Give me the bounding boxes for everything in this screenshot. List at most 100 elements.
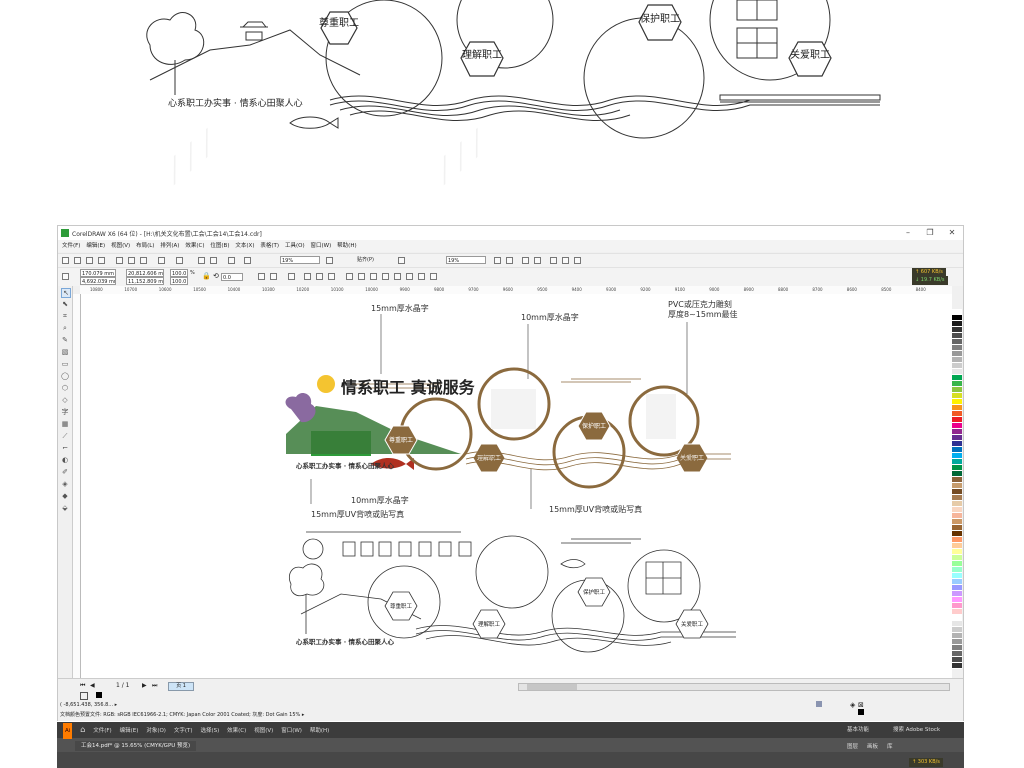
menu-table[interactable]: 表格(T) — [260, 240, 279, 252]
polygon-tool-icon[interactable]: ⬡ — [61, 384, 69, 392]
group-icon[interactable] — [304, 273, 311, 280]
align-distribute-icon[interactable] — [430, 273, 437, 280]
text-tool-icon[interactable]: 字 — [61, 408, 69, 416]
zoom-out-icon[interactable] — [506, 257, 513, 264]
cut-icon[interactable] — [116, 257, 123, 264]
eyedropper-tool-icon[interactable]: ✐ — [61, 468, 69, 476]
save-icon[interactable] — [86, 257, 93, 264]
x-position-field[interactable]: 170.079 mm — [80, 269, 116, 277]
last-page-icon[interactable]: ⏭ — [152, 682, 157, 690]
freehand-tool-icon[interactable]: ✎ — [61, 336, 69, 344]
snap-to-menu[interactable]: 贴齐(P) — [356, 256, 392, 264]
export-icon[interactable] — [210, 257, 217, 264]
redo-icon[interactable] — [176, 257, 183, 264]
front-minus-back-icon[interactable] — [394, 273, 401, 280]
scale-y-field[interactable]: 100.0 — [170, 277, 188, 285]
align-icon[interactable] — [288, 273, 295, 280]
simplify-icon[interactable] — [382, 273, 389, 280]
fill-indicator-icon[interactable]: ◈ — [850, 701, 855, 709]
ai-document-tab[interactable]: 工会14.pdf* @ 15.65% (CMYK/GPU 预览) — [75, 741, 197, 751]
rotation-angle-field[interactable]: 0.0 — [221, 273, 243, 281]
menu-window[interactable]: 窗口(W) — [311, 240, 332, 252]
zoom-level-select-2[interactable]: 19% — [446, 256, 486, 264]
menu-bitmaps[interactable]: 位图(B) — [210, 240, 229, 252]
dimension-tool-icon[interactable]: ⟋ — [61, 432, 69, 440]
blend-tool-icon[interactable]: ◐ — [61, 456, 69, 464]
shape-tool-icon[interactable]: ⬉ — [61, 300, 69, 308]
outline-swatch-icon[interactable] — [96, 692, 102, 698]
new-icon[interactable] — [62, 257, 69, 264]
ai-menu-view[interactable]: 视图(V) — [254, 723, 273, 739]
import-icon[interactable] — [198, 257, 205, 264]
zoom-page-icon[interactable] — [550, 257, 557, 264]
outline-color-icon[interactable] — [858, 709, 864, 715]
menu-file[interactable]: 文件(F) — [62, 240, 80, 252]
menu-edit[interactable]: 编辑(E) — [86, 240, 105, 252]
ai-menu-object[interactable]: 对象(O) — [146, 723, 166, 739]
ai-menu-file[interactable]: 文件(F) — [93, 723, 111, 739]
menu-effects[interactable]: 效果(C) — [185, 240, 204, 252]
table-tool-icon[interactable]: ▦ — [61, 420, 69, 428]
panel-tab-artboards[interactable]: 画板 — [867, 742, 878, 750]
menu-arrange[interactable]: 排列(A) — [160, 240, 179, 252]
ai-menu-type[interactable]: 文字(T) — [174, 723, 193, 739]
vertical-ruler[interactable] — [72, 294, 81, 678]
minimize-button[interactable]: – — [900, 228, 916, 238]
back-minus-front-icon[interactable] — [406, 273, 413, 280]
y-position-field[interactable]: 4,692.039 mm — [80, 277, 116, 285]
ai-menu-effect[interactable]: 效果(C) — [227, 723, 246, 739]
ai-menu-help[interactable]: 帮助(H) — [310, 723, 329, 739]
zoom-tool-icon[interactable]: ⌕ — [61, 324, 69, 332]
full-screen-icon[interactable] — [326, 257, 333, 264]
home-icon[interactable]: ⌂ — [80, 722, 85, 738]
object-origin-icon[interactable] — [62, 273, 69, 280]
scale-x-field[interactable]: 100.0 — [170, 269, 188, 277]
next-page-icon[interactable]: ▶ — [142, 682, 147, 689]
app-launcher-icon[interactable] — [244, 257, 251, 264]
undo-icon[interactable] — [158, 257, 165, 264]
lock-ratio-icon[interactable]: 🔒 — [202, 272, 211, 280]
fill-swatch-icon[interactable] — [80, 692, 88, 700]
width-field[interactable]: 20,812.606 m — [126, 269, 164, 277]
outline-tool-icon[interactable]: ◈ — [61, 480, 69, 488]
menu-view[interactable]: 视图(V) — [111, 240, 130, 252]
drawing-canvas[interactable]: 尊重职工 理解职工 保护职工 关爱职工 尊重职工 理解职工 保护职工 关爱职工 … — [81, 294, 952, 678]
intersect-icon[interactable] — [370, 273, 377, 280]
ai-menu-select[interactable]: 选择(S) — [200, 723, 219, 739]
color-palette[interactable] — [952, 309, 962, 681]
prev-page-icon[interactable]: ◀ — [90, 682, 95, 689]
zoom-all-icon[interactable] — [534, 257, 541, 264]
panel-tab-layers[interactable]: 图层 — [847, 742, 858, 750]
weld-icon[interactable] — [346, 273, 353, 280]
document-color-profile[interactable]: 文档颜色预置文件: RGB: sRGB IEC61966-2.1; CMYK: … — [60, 711, 304, 718]
menu-tools[interactable]: 工具(O) — [285, 240, 305, 252]
panel-tab-libraries[interactable]: 库 — [887, 742, 893, 750]
paste-icon[interactable] — [140, 257, 147, 264]
close-button[interactable]: ✕ — [944, 228, 960, 238]
horizontal-scrollbar[interactable] — [518, 683, 950, 691]
create-boundary-icon[interactable] — [418, 273, 425, 280]
zoom-selected-icon[interactable] — [522, 257, 529, 264]
restore-button[interactable]: ❐ — [922, 228, 938, 238]
fill-tool-icon[interactable]: ◆ — [61, 492, 69, 500]
pick-tool-icon[interactable]: ↖ — [61, 288, 71, 298]
copy-icon[interactable] — [128, 257, 135, 264]
ungroup-all-icon[interactable] — [328, 273, 335, 280]
palette-swatch[interactable] — [952, 663, 962, 669]
page-tab[interactable]: 页 1 — [168, 682, 194, 691]
menu-text[interactable]: 文本(X) — [235, 240, 254, 252]
menu-layout[interactable]: 布局(L) — [136, 240, 154, 252]
connector-tool-icon[interactable]: ⌐ — [61, 444, 69, 452]
options-icon[interactable] — [398, 257, 405, 264]
open-icon[interactable] — [74, 257, 81, 264]
publish-pdf-icon[interactable] — [228, 257, 235, 264]
scrollbar-thumb[interactable] — [527, 684, 577, 690]
ellipse-tool-icon[interactable]: ◯ — [61, 372, 69, 380]
ai-menu-window[interactable]: 窗口(W) — [281, 723, 302, 739]
zoom-level-select[interactable]: 19% — [280, 256, 320, 264]
print-icon[interactable] — [98, 257, 105, 264]
ungroup-icon[interactable] — [316, 273, 323, 280]
stock-search-input[interactable]: 搜索 Adobe Stock — [893, 722, 940, 738]
zoom-height-icon[interactable] — [574, 257, 581, 264]
rectangle-tool-icon[interactable]: ▭ — [61, 360, 69, 368]
